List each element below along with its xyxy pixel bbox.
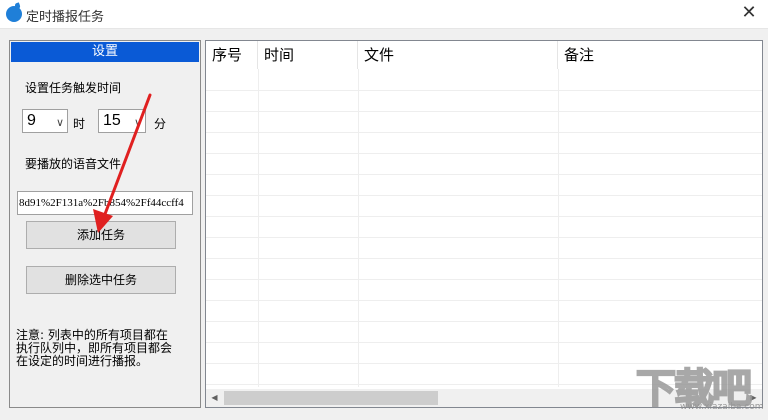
grid-row-line — [206, 153, 762, 154]
column-header-time[interactable]: 时间 — [258, 41, 358, 69]
title-bar: 定时播报任务 ✕ — [0, 0, 768, 29]
grid-column-line — [358, 69, 359, 387]
grid-row-line — [206, 195, 762, 196]
grid-row-line — [206, 90, 762, 91]
scrollbar-thumb[interactable] — [224, 391, 438, 405]
trigger-time-label: 设置任务触发时间 — [25, 81, 122, 95]
watermark-url: www.xiazaiba.com — [680, 402, 764, 412]
close-button[interactable]: ✕ — [736, 2, 762, 26]
task-list[interactable]: 序号 时间 文件 备注 ◀ ▶ — [205, 40, 763, 408]
minute-select[interactable]: 15 ∨ — [98, 109, 146, 133]
grid-row-line — [206, 132, 762, 133]
column-header-file[interactable]: 文件 — [358, 41, 558, 69]
chevron-down-icon: ∨ — [55, 117, 64, 129]
app-logo-icon — [6, 6, 22, 22]
minute-value: 15 — [103, 112, 121, 129]
audio-file-label: 要播放的语音文件 — [25, 157, 122, 171]
list-header: 序号 时间 文件 备注 — [206, 41, 762, 69]
grid-row-line — [206, 111, 762, 112]
settings-panel: 设置 设置任务触发时间 9 ∨ 时 15 ∨ 分 要播放的语音文件 8d91%2… — [9, 40, 201, 408]
grid-row-line — [206, 258, 762, 259]
grid-row-line — [206, 300, 762, 301]
grid-row-line — [206, 321, 762, 322]
hour-value: 9 — [27, 112, 36, 129]
minute-unit-label: 分 — [154, 117, 167, 131]
audio-file-input[interactable]: 8d91%2F131a%2Fb854%2Ff44ccff4 — [17, 191, 193, 215]
grid-column-line — [558, 69, 559, 387]
window-title: 定时播报任务 — [26, 10, 105, 25]
scroll-left-icon[interactable]: ◀ — [206, 389, 223, 407]
grid-column-line — [258, 69, 259, 387]
grid-row-line — [206, 342, 762, 343]
grid-row-line — [206, 279, 762, 280]
column-header-note[interactable]: 备注 — [558, 41, 762, 69]
chevron-down-icon: ∨ — [133, 117, 142, 129]
add-task-button[interactable]: 添加任务 — [26, 221, 176, 249]
delete-task-button[interactable]: 删除选中任务 — [26, 266, 176, 294]
grid-row-line — [206, 174, 762, 175]
note-text: 注意: 列表中的所有项目都在 执行队列中，即所有项目都会 在设定的时间进行播报。 — [16, 329, 196, 368]
column-header-index[interactable]: 序号 — [206, 41, 258, 69]
settings-header: 设置 — [11, 42, 199, 62]
grid-row-line — [206, 237, 762, 238]
hour-select[interactable]: 9 ∨ — [22, 109, 68, 133]
note-line: 在设定的时间进行播报。 — [16, 354, 149, 368]
hour-unit-label: 时 — [73, 117, 86, 131]
grid-row-line — [206, 216, 762, 217]
watermark-logo: 下载吧 www.xiazaiba.com — [635, 356, 764, 416]
